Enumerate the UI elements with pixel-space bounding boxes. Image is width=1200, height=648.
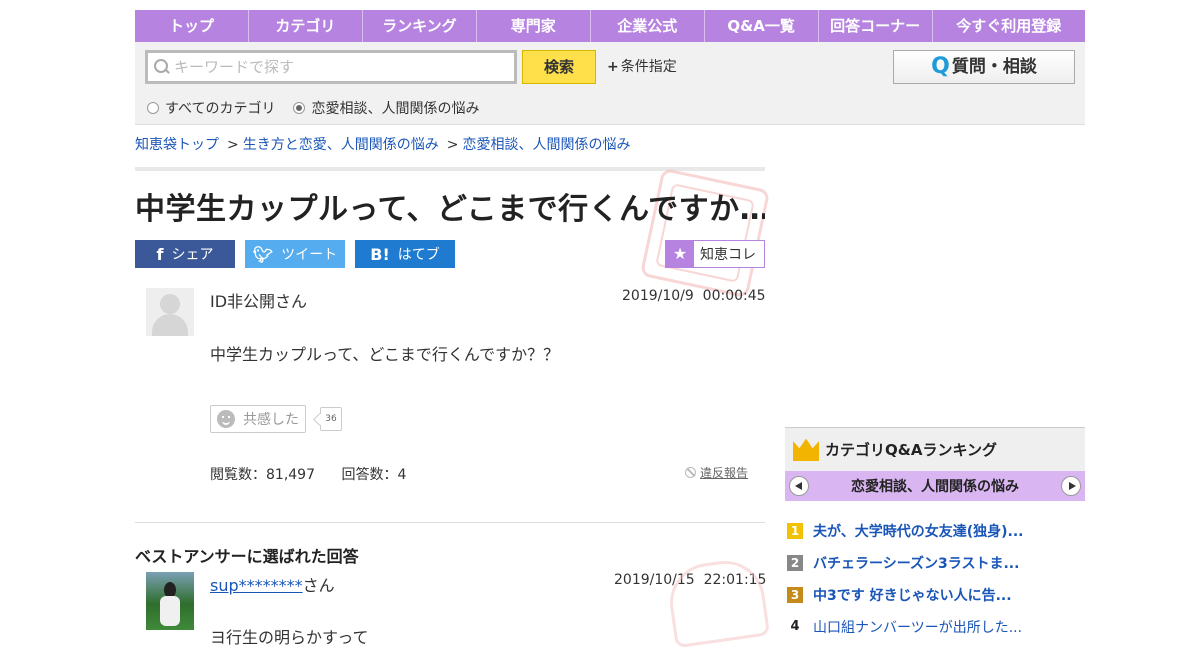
list-item[interactable]: 4 山口組ナンバーツーが出所した... [785,611,1085,643]
prev-arrow-icon[interactable] [789,476,809,496]
search-field[interactable] [145,50,517,84]
question-title: 中学生カップルって、どこまで行くんですか… [135,192,765,227]
divider [135,522,765,523]
nav-official[interactable]: 企業公式 [591,10,705,42]
breadcrumb: 知恵袋トップ > 生き方と恋愛、人間関係の悩み > 恋愛相談、人間関係の悩み [135,134,630,154]
facebook-share-button[interactable]: f シェア [135,240,235,268]
radio-all-categories[interactable]: すべてのカテゴリ [147,98,275,118]
hatena-b-icon: B! [370,244,390,264]
breadcrumb-separator: > [227,137,239,153]
list-item[interactable]: 3 中3です 好きじゃない人に告... [785,579,1085,611]
questioner-name: ID非公開さん [210,292,308,311]
empathy-count: 36 [320,407,342,431]
question-body: 中学生カップルって、どこまで行くんですか？？ [210,345,560,364]
nav-experts[interactable]: 専門家 [477,10,591,42]
ranking-heading: カテゴリQ&Aランキング [825,441,997,459]
global-nav: トップ カテゴリ ランキング 専門家 企業公式 Q&A一覧 回答コーナー 今すぐ… [135,10,1085,42]
ranking-list: 1 夫が、大学時代の女友達(独身)... 2 バチェラーシーズン3ラストま...… [785,515,1085,643]
answerer-suffix: さん [302,576,335,595]
search-band: 検索 +条件指定 Q質問・相談 すべてのカテゴリ 恋愛相談、人間関係の悩み [135,42,1085,125]
radio-all-label: すべてのカテゴリ [165,101,276,117]
best-answer-stamp-icon [664,555,771,648]
avatar-figure-body-icon [160,596,180,626]
ranking-header: カテゴリQ&Aランキング [785,427,1085,471]
nav-register[interactable]: 今すぐ利用登録 [933,10,1085,42]
rank-title[interactable]: 中3です 好きじゃない人に告... [813,585,1012,605]
radio-this-category[interactable]: 恋愛相談、人間関係の悩み [293,98,479,118]
twitter-share-label: ツイート [281,247,338,263]
ask-question-button[interactable]: Q 質問・相談 [893,50,1075,84]
question-stats: 閲覧数：81,497 回答数：4 [210,464,428,484]
answerer-name: sup********さん [210,572,335,596]
rank-title[interactable]: バチェラーシーズン3ラストま... [813,553,1019,573]
report-link[interactable]: 違反報告 [685,464,748,481]
share-buttons: f シェア 🐦︎ ツイート B! はてブ [135,240,455,268]
answerer-avatar[interactable] [146,572,194,630]
search-icon [154,59,170,75]
empathy-label: 共感した [243,412,299,428]
crown-icon [793,438,819,461]
radio-category-label: 恋愛相談、人間関係の悩み [311,101,480,117]
star-icon: ★ [666,241,694,267]
radio-dot-icon [147,102,159,114]
nav-top[interactable]: トップ [135,10,249,42]
twitter-bird-icon: 🐦︎ [252,244,274,264]
facebook-share-label: シェア [171,247,214,263]
next-arrow-icon[interactable] [1061,476,1081,496]
question-date: 2019/10/9 00:00:45 [622,288,766,304]
answer-body: ヨ行生の明らかすって [210,628,369,647]
rank-number: 1 [787,523,803,539]
avatar-head-icon [160,294,180,314]
nav-ranking[interactable]: ランキング [363,10,477,42]
view-count: 閲覧数：81,497 [210,467,315,483]
best-answer-heading: ベストアンサーに選ばれた回答 [135,547,359,566]
ask-question-label: 質問・相談 [951,57,1037,77]
chie-collection-button[interactable]: ★ 知恵コレ [665,240,765,268]
rank-number: 2 [787,555,803,571]
nav-category[interactable]: カテゴリ [249,10,363,42]
empathy-button[interactable]: 共感した [210,405,306,433]
plus-icon: + [607,59,619,75]
breadcrumb-separator: > [446,137,459,153]
category-ranking: カテゴリQ&Aランキング 恋愛相談、人間関係の悩み 1 夫が、大学時代の女友達(… [785,427,1085,643]
list-item[interactable]: 2 バチェラーシーズン3ラストま... [785,547,1085,579]
search-button[interactable]: 検索 [522,50,596,84]
report-label: 違反報告 [700,466,749,480]
list-item[interactable]: 1 夫が、大学時代の女友達(独身)... [785,515,1085,547]
q-logo-icon: Q [931,54,950,79]
rank-title[interactable]: 山口組ナンバーツーが出所した... [813,617,1022,637]
nav-qa-list[interactable]: Q&A一覧 [705,10,819,42]
conditions-label: 条件指定 [620,59,677,75]
collection-label: 知恵コレ [700,247,756,263]
breadcrumb-category[interactable]: 恋愛相談、人間関係の悩み [462,137,630,153]
questioner-avatar [146,288,194,336]
search-input[interactable] [174,58,494,76]
smile-icon [217,410,235,428]
prohibited-icon [685,467,696,478]
conditions-link[interactable]: + 条件指定 [607,56,677,76]
category-scope: すべてのカテゴリ 恋愛相談、人間関係の悩み [147,98,479,118]
hatena-label: はてブ [397,247,440,263]
twitter-share-button[interactable]: 🐦︎ ツイート [245,240,345,268]
rank-number: 4 [790,619,800,634]
facebook-icon: f [156,244,164,264]
rank-title[interactable]: 夫が、大学時代の女友達(独身)... [813,521,1023,541]
answer-count: 回答数：4 [341,467,407,483]
ranking-category-bar: 恋愛相談、人間関係の悩み [785,471,1085,501]
answerer-link[interactable]: sup******** [210,576,303,595]
rank-number: 3 [787,587,803,603]
breadcrumb-life[interactable]: 生き方と恋愛、人間関係の悩み [243,137,439,153]
ranking-category: 恋愛相談、人間関係の悩み [851,479,1019,495]
nav-answer-corner[interactable]: 回答コーナー [819,10,933,42]
hatena-bookmark-button[interactable]: B! はてブ [355,240,455,268]
radio-dot-selected-icon [293,102,306,114]
breadcrumb-top[interactable]: 知恵袋トップ [135,137,219,153]
avatar-body-icon [152,314,188,336]
